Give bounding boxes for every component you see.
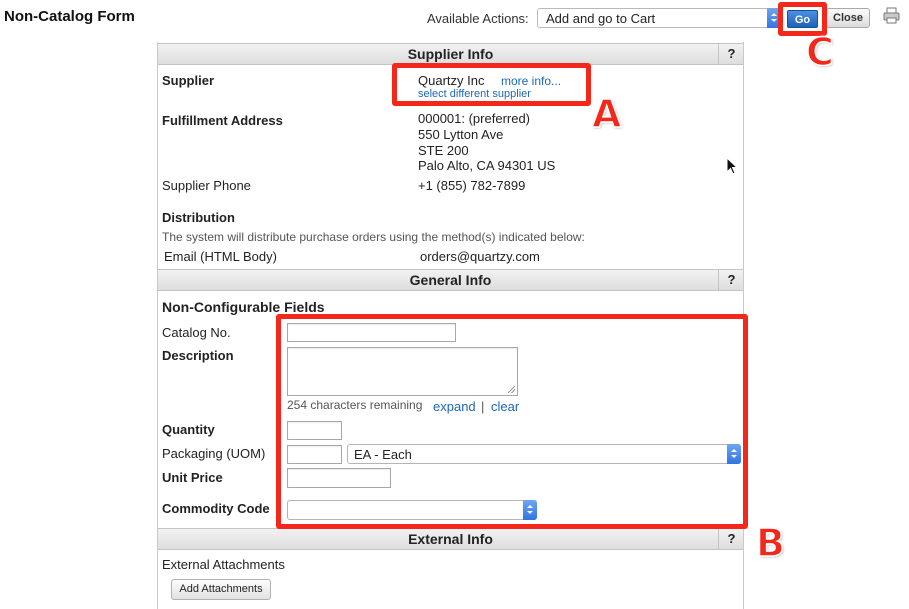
external-info-header: External Info (158, 528, 743, 550)
annotation-box-a (392, 63, 591, 106)
non-configurable-fields-heading: Non-Configurable Fields (162, 299, 325, 315)
email-label: Email (HTML Body) (164, 249, 277, 264)
distribution-label: Distribution (162, 210, 235, 225)
address-line-3: STE 200 (418, 143, 469, 158)
supplier-label: Supplier (162, 73, 215, 88)
email-value: orders@quartzy.com (420, 249, 540, 264)
supplier-phone-value: +1 (855) 782-7899 (418, 178, 526, 193)
page-title: Non-Catalog Form (4, 8, 135, 25)
address-line-1: 000001: (preferred) (418, 111, 531, 126)
annotation-box-b (276, 314, 748, 529)
general-info-help[interactable]: ? (718, 269, 744, 291)
address-line-2: 550 Lytton Ave (418, 127, 504, 142)
catalog-no-label: Catalog No. (162, 325, 231, 340)
distribution-note: The system will distribute purchase orde… (162, 230, 585, 244)
commodity-code-label: Commodity Code (162, 501, 270, 516)
unit-price-label: Unit Price (162, 470, 223, 485)
annotation-label-c: C (805, 29, 834, 75)
supplier-info-header: Supplier Info (158, 43, 743, 65)
available-actions-select[interactable]: Add and go to Cart (537, 8, 781, 28)
address-line-4: Palo Alto, CA 94301 US (418, 158, 556, 173)
annotation-label-b: B (755, 520, 785, 566)
print-icon[interactable] (883, 7, 900, 24)
supplier-info-help[interactable]: ? (718, 43, 744, 65)
available-actions-label: Available Actions: (427, 11, 529, 26)
annotation-label-a: A (591, 91, 622, 137)
available-actions-value: Add and go to Cart (546, 11, 656, 26)
general-info-header: General Info (158, 269, 743, 291)
mouse-cursor-icon (726, 157, 738, 175)
packaging-label: Packaging (UOM) (162, 446, 266, 461)
supplier-phone-label: Supplier Phone (162, 178, 251, 193)
add-attachments-button[interactable]: Add Attachments (171, 579, 271, 600)
close-button[interactable]: Close (826, 8, 870, 28)
description-label: Description (162, 348, 234, 363)
external-attachments-label: External Attachments (162, 557, 285, 572)
fulfillment-address-label: Fulfillment Address (162, 113, 283, 128)
external-info-help[interactable]: ? (718, 528, 744, 550)
quantity-label: Quantity (162, 422, 215, 437)
